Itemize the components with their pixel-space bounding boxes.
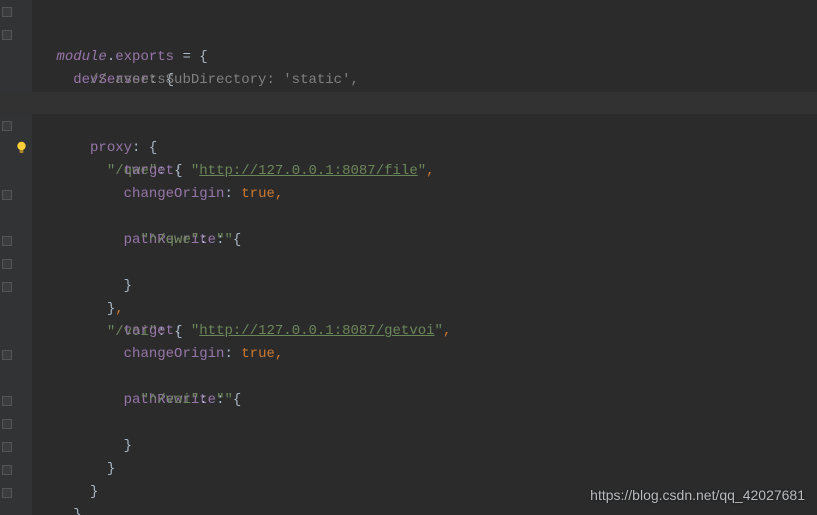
fold-icon[interactable] — [2, 396, 12, 406]
code-line[interactable]: target: "http://127.0.0.1:8087/getvoi", — [0, 298, 817, 321]
code-line[interactable]: } — [0, 435, 817, 458]
code-line[interactable]: } — [0, 458, 817, 481]
fold-icon[interactable] — [2, 30, 12, 40]
code-line[interactable]: "^/qwe": "" — [0, 206, 817, 229]
code-line[interactable]: changeOrigin: true, — [0, 320, 817, 343]
code-line[interactable]: target: "http://127.0.0.1:8087/file", — [0, 137, 817, 160]
code-line[interactable]: } — [0, 389, 817, 412]
lightbulb-icon[interactable] — [14, 95, 29, 110]
fold-icon[interactable] — [2, 465, 12, 475]
code-line[interactable]: "/qwe": { — [0, 114, 817, 137]
fold-icon[interactable] — [2, 419, 12, 429]
code-line[interactable]: } — [0, 229, 817, 252]
watermark: https://blog.csdn.net/qq_42027681 — [590, 487, 805, 503]
code-line[interactable]: // assetsPublicPath: '/', — [0, 69, 817, 92]
code-line[interactable]: pathRewrite: { — [0, 343, 817, 366]
fold-icon[interactable] — [2, 259, 12, 269]
code-line[interactable]: // assetsSubDirectory: 'static', — [0, 46, 817, 69]
fold-icon[interactable] — [2, 488, 12, 498]
fold-icon[interactable] — [2, 282, 12, 292]
code-line[interactable]: proxy: { — [0, 92, 817, 115]
fold-icon[interactable] — [2, 350, 12, 360]
fold-icon[interactable] — [2, 121, 12, 131]
code-line[interactable]: changeOrigin: true, — [0, 160, 817, 183]
code-line[interactable]: devServer: { — [0, 23, 817, 46]
fold-icon[interactable] — [2, 236, 12, 246]
code-line[interactable]: "^/voi": "" — [0, 366, 817, 389]
fold-icon[interactable] — [2, 190, 12, 200]
fold-icon[interactable] — [2, 442, 12, 452]
code-line[interactable]: } — [0, 412, 817, 435]
code-line[interactable]: "/voi": { — [0, 275, 817, 298]
code-editor[interactable]: module.exports = { devServer: { // asset… — [0, 0, 817, 515]
fold-icon[interactable] — [2, 7, 12, 17]
code-line[interactable]: pathRewrite: { — [0, 183, 817, 206]
code-line[interactable]: }, — [0, 252, 817, 275]
code-area[interactable]: module.exports = { devServer: { // asset… — [0, 0, 817, 504]
code-line[interactable]: module.exports = { — [0, 0, 817, 23]
